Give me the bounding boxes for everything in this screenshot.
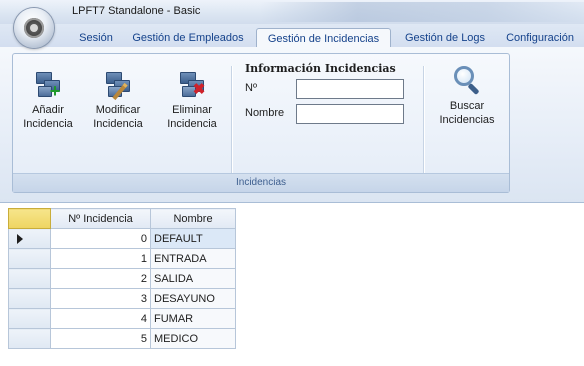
info-incidencias-title: Información Incidencias bbox=[245, 62, 396, 75]
modify-incidencia-label-2: Incidencia bbox=[93, 118, 143, 130]
grid-header-row: Nº Incidencia Nombre bbox=[8, 208, 236, 229]
column-header-numero[interactable]: Nº Incidencia bbox=[50, 208, 151, 229]
cell-nombre[interactable]: FUMAR bbox=[150, 308, 236, 329]
window-title: LPFT7 Standalone - Basic bbox=[72, 5, 201, 17]
search-incidencias-button[interactable]: Buscar Incidencias bbox=[429, 66, 505, 127]
app-logo-icon bbox=[24, 18, 44, 38]
cell-numero[interactable]: 3 bbox=[50, 288, 151, 309]
table-row[interactable]: 0 DEFAULT bbox=[8, 228, 236, 249]
search-incidencias-label-2: Incidencias bbox=[439, 114, 495, 126]
row-selector[interactable] bbox=[8, 288, 51, 309]
row-selector[interactable] bbox=[8, 328, 51, 349]
cell-numero[interactable]: 0 bbox=[50, 228, 151, 249]
title-bar-glass bbox=[260, 2, 584, 22]
tab-sesion[interactable]: Sesión bbox=[72, 28, 120, 48]
ribbon-group-incidencias: + Añadir Incidencia Modificar Incidencia… bbox=[12, 53, 510, 193]
table-row[interactable]: 3 DESAYUNO bbox=[8, 288, 236, 309]
incidencias-grid-area: Nº Incidencia Nombre 0 DEFAULT 1 ENTRADA… bbox=[0, 202, 584, 366]
cell-nombre[interactable]: SALIDA bbox=[150, 268, 236, 289]
delete-incidencia-button[interactable]: ✖ Eliminar Incidencia bbox=[159, 70, 225, 131]
table-row[interactable]: 5 MEDICO bbox=[8, 328, 236, 349]
cell-nombre[interactable]: DESAYUNO bbox=[150, 288, 236, 309]
delete-incidencia-label-2: Incidencia bbox=[167, 118, 217, 130]
magnifier-icon bbox=[452, 66, 482, 96]
cell-numero[interactable]: 4 bbox=[50, 308, 151, 329]
modify-incidencia-label-1: Modificar bbox=[95, 104, 141, 116]
delete-incidencia-label-1: Eliminar bbox=[172, 104, 212, 116]
current-row-arrow-icon bbox=[17, 233, 23, 244]
table-row[interactable]: 1 ENTRADA bbox=[8, 248, 236, 269]
ribbon-separator bbox=[423, 66, 424, 174]
cell-nombre[interactable]: ENTRADA bbox=[150, 248, 236, 269]
row-selector[interactable] bbox=[8, 268, 51, 289]
cell-numero[interactable]: 2 bbox=[50, 268, 151, 289]
row-selector[interactable] bbox=[8, 248, 51, 269]
tab-gestion-logs[interactable]: Gestión de Logs bbox=[395, 28, 495, 48]
number-label: Nº bbox=[245, 82, 257, 94]
cell-numero[interactable]: 5 bbox=[50, 328, 151, 349]
row-selector[interactable] bbox=[8, 228, 51, 249]
tab-configuracion[interactable]: Configuración bbox=[498, 28, 582, 48]
modify-incidencia-button[interactable]: Modificar Incidencia bbox=[81, 70, 155, 131]
column-header-nombre[interactable]: Nombre bbox=[150, 208, 236, 229]
cell-nombre[interactable]: MEDICO bbox=[150, 328, 236, 349]
cell-numero[interactable]: 1 bbox=[50, 248, 151, 269]
ribbon-group-caption: Incidencias bbox=[13, 173, 509, 192]
search-incidencias-label-1: Buscar bbox=[449, 100, 485, 112]
monitors-add-icon: + bbox=[34, 70, 62, 100]
table-row[interactable]: 4 FUMAR bbox=[8, 308, 236, 329]
tab-gestion-incidencias[interactable]: Gestión de Incidencias bbox=[256, 28, 391, 49]
monitors-edit-icon bbox=[104, 70, 132, 101]
monitors-delete-icon: ✖ bbox=[178, 70, 206, 100]
name-input[interactable] bbox=[296, 104, 404, 124]
ribbon-separator bbox=[231, 66, 232, 174]
ribbon-panel: + Añadir Incidencia Modificar Incidencia… bbox=[0, 47, 584, 202]
title-bar: LPFT7 Standalone - Basic bbox=[0, 0, 584, 24]
grid-corner-cell[interactable] bbox=[8, 208, 51, 229]
incidencias-grid: Nº Incidencia Nombre 0 DEFAULT 1 ENTRADA… bbox=[8, 208, 236, 349]
add-incidencia-button[interactable]: + Añadir Incidencia bbox=[17, 70, 79, 131]
add-incidencia-label-1: Añadir bbox=[32, 104, 64, 116]
cell-nombre[interactable]: DEFAULT bbox=[150, 228, 236, 249]
ribbon-tab-strip: Sesión Gestión de Empleados Gestión de I… bbox=[0, 24, 584, 49]
row-selector[interactable] bbox=[8, 308, 51, 329]
number-input[interactable] bbox=[296, 79, 404, 99]
tab-gestion-empleados[interactable]: Gestión de Empleados bbox=[124, 28, 252, 48]
table-row[interactable]: 2 SALIDA bbox=[8, 268, 236, 289]
add-incidencia-label-2: Incidencia bbox=[23, 118, 73, 130]
name-label: Nombre bbox=[245, 107, 285, 119]
application-menu-button[interactable] bbox=[14, 8, 54, 48]
